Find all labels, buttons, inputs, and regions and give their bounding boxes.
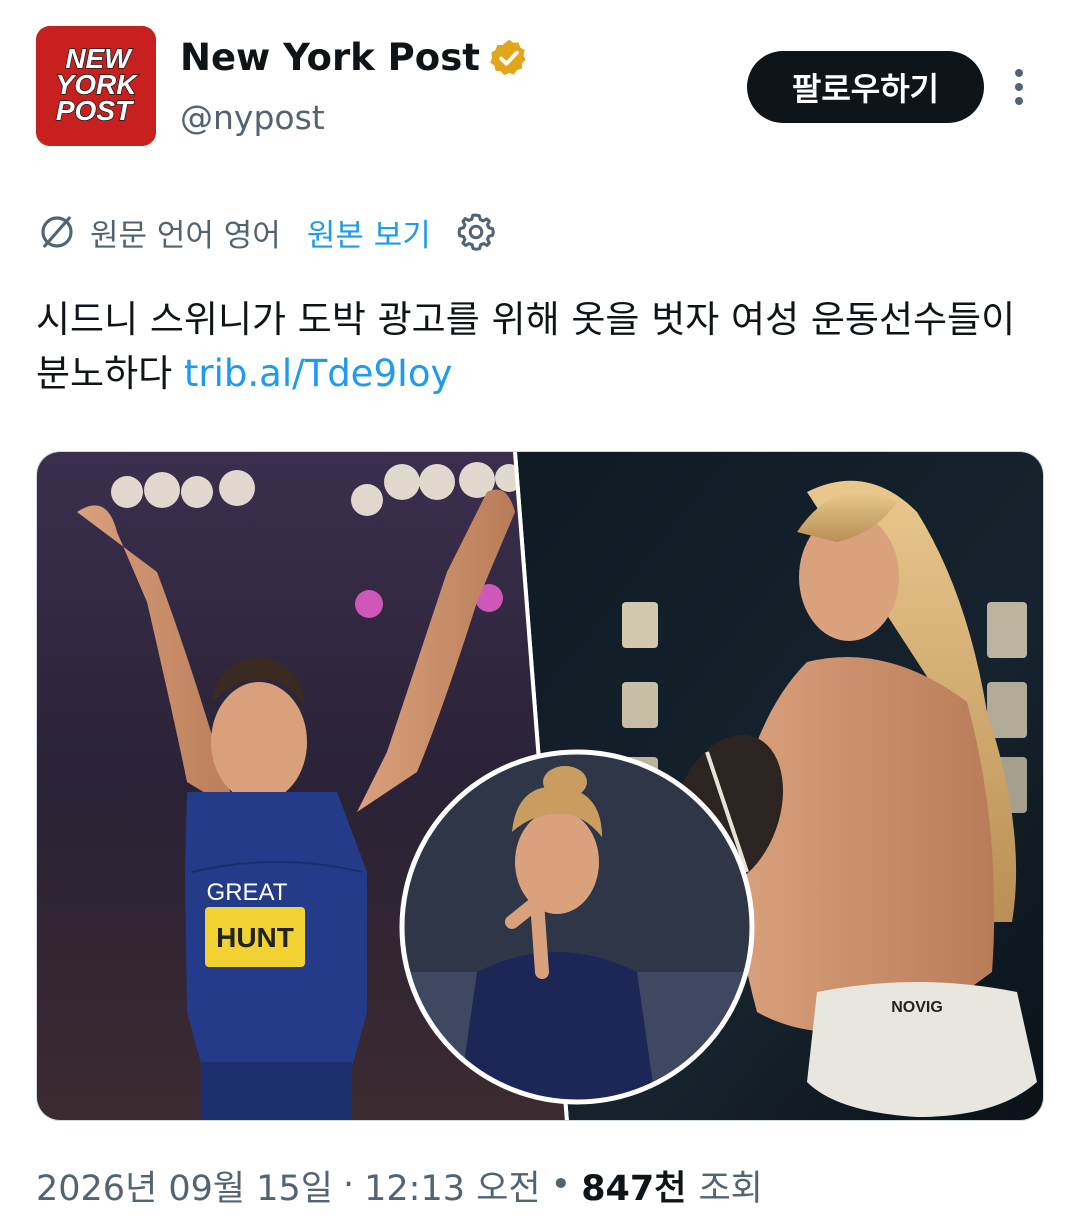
tweet-time[interactable]: 12:13 오전 — [364, 1160, 540, 1211]
original-language-label: 원문 언어 영어 — [90, 217, 281, 254]
tweet-media[interactable]: HUNT GREAT NOVIG — [36, 451, 1044, 1121]
bib-name: HUNT — [216, 922, 294, 953]
tweet-page: NEW YORK POST New York Post @nypost 팔로우하… — [0, 0, 1080, 1228]
meta-separator: · — [343, 1165, 355, 1205]
verified-badge-icon — [490, 39, 526, 75]
tweet-body: 시드니 스위니가 도박 광고를 위해 옷을 벗자 여성 운동선수들이 분노하다 — [36, 298, 1016, 395]
sponsor-text: NOVIG — [891, 999, 943, 1016]
more-vertical-icon[interactable] — [1004, 66, 1034, 108]
follow-button[interactable]: 팔로우하기 — [747, 51, 984, 123]
views-label: 조회 — [698, 1168, 763, 1209]
tweet-text: 시드니 스위니가 도박 광고를 위해 옷을 벗자 여성 운동선수들이 분노하다 … — [36, 293, 1046, 401]
author-name[interactable]: New York Post — [180, 36, 480, 79]
author-name-row[interactable]: New York Post — [180, 36, 530, 79]
show-original-link[interactable]: 원본 보기 — [307, 210, 431, 255]
translation-row: 원문 언어 영어 원본 보기 — [36, 208, 499, 256]
gear-icon[interactable] — [453, 209, 499, 255]
views-count[interactable]: 847천 — [581, 1160, 686, 1211]
author-handle[interactable]: @nypost — [180, 98, 325, 137]
avatar[interactable]: NEW YORK POST — [36, 26, 156, 146]
tweet-date[interactable]: 2026년 09월 15일 — [36, 1160, 333, 1211]
translate-icon — [41, 216, 73, 248]
svg-text:POST: POST — [56, 95, 135, 126]
tweet-link[interactable]: trib.al/Tde9Ioy — [184, 352, 453, 395]
nypost-logo: NEW YORK POST — [36, 26, 156, 146]
tweet-meta: 2026년 09월 15일 · 12:13 오전 • 847천 조회 — [36, 1160, 763, 1210]
jersey-text: GREAT — [207, 879, 288, 906]
meta-separator: • — [550, 1165, 572, 1205]
media-collage-image: HUNT GREAT NOVIG — [37, 452, 1043, 1120]
